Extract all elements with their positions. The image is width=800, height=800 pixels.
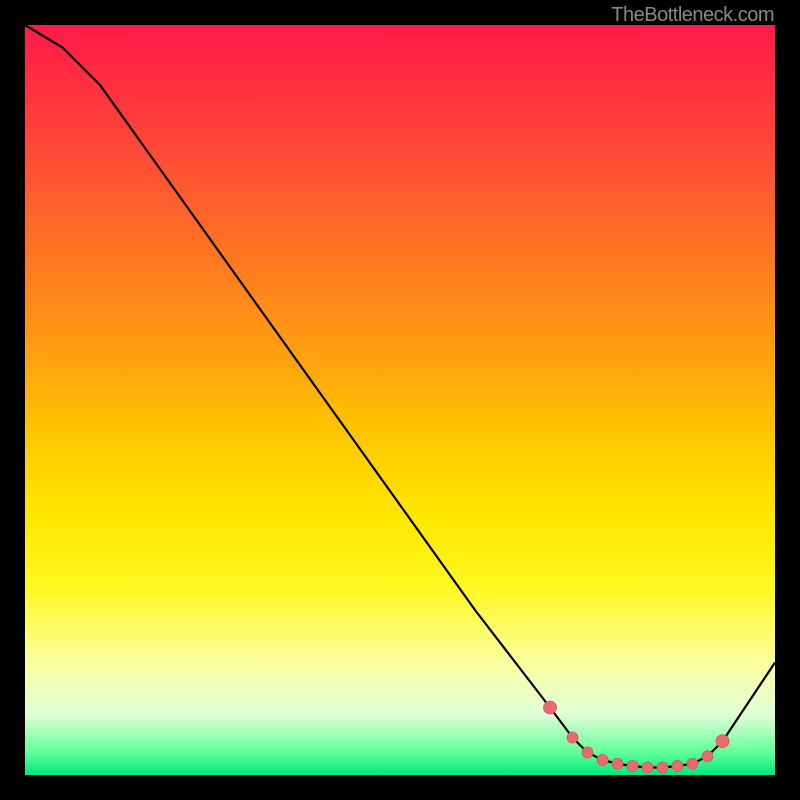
valley-marker: [582, 747, 593, 758]
valley-marker: [687, 758, 698, 769]
chart-overlay: [25, 25, 775, 775]
valley-marker: [702, 751, 713, 762]
valley-marker: [544, 701, 557, 714]
plot-area: [25, 25, 775, 775]
curve-line: [25, 25, 775, 768]
valley-marker: [612, 758, 623, 769]
marker-group: [544, 701, 730, 773]
valley-marker: [567, 732, 578, 743]
valley-marker: [716, 735, 729, 748]
watermark-text: TheBottleneck.com: [611, 4, 774, 27]
valley-marker: [627, 761, 638, 772]
valley-marker: [597, 755, 608, 766]
chart-container: TheBottleneck.com: [0, 0, 800, 800]
valley-marker: [657, 762, 668, 773]
valley-marker: [672, 761, 683, 772]
valley-marker: [642, 762, 653, 773]
